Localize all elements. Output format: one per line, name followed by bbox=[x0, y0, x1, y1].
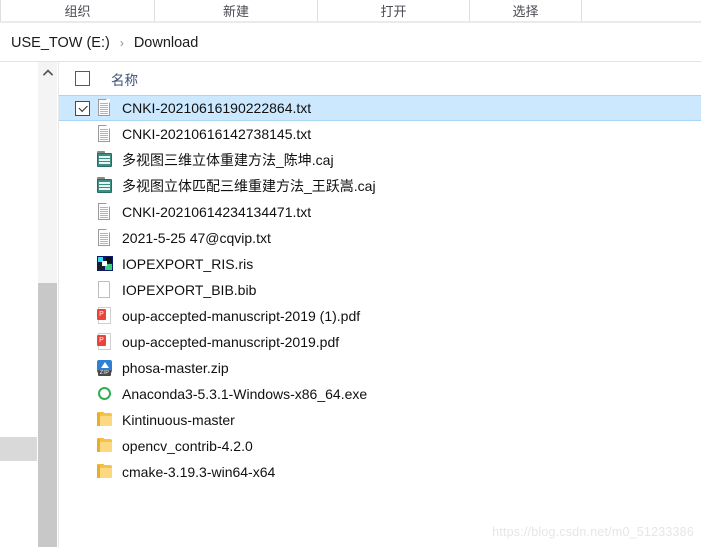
file-list-row[interactable]: ZIP phosa-master.zip bbox=[59, 355, 701, 381]
ribbon-group-2[interactable]: 新建 bbox=[155, 0, 318, 21]
folder-icon bbox=[96, 463, 114, 481]
file-list-row[interactable]: CNKI-20210616142738145.txt bbox=[59, 121, 701, 147]
file-row-name: Kintinuous-master bbox=[122, 412, 235, 428]
txt-file-icon bbox=[96, 229, 114, 247]
navigation-pane-gutter bbox=[0, 62, 38, 547]
ribbon-group-1[interactable]: 组织 bbox=[0, 0, 155, 21]
file-list-row[interactable]: CNKI-20210616190222864.txt bbox=[59, 95, 701, 121]
select-all-checkbox[interactable] bbox=[75, 71, 90, 86]
txt-file-icon bbox=[96, 125, 114, 143]
pdf-file-icon: P bbox=[96, 306, 115, 325]
file-list-row[interactable]: IOPEXPORT_BIB.bib bbox=[59, 277, 701, 303]
file-list-row[interactable]: Kintinuous-master bbox=[59, 407, 701, 433]
file-list-row[interactable]: 多视图三维立体重建方法_陈坤.caj bbox=[59, 147, 701, 173]
file-list-column-header: 名称 bbox=[59, 62, 701, 95]
file-row-checkbox[interactable] bbox=[75, 231, 90, 246]
file-row-checkbox[interactable] bbox=[75, 205, 90, 220]
file-list-row[interactable]: 2021-5-25 47@cqvip.txt bbox=[59, 225, 701, 251]
ribbon-divider-inner bbox=[0, 23, 701, 24]
file-list-row[interactable]: IOPEXPORT_RIS.ris bbox=[59, 251, 701, 277]
caj-file-icon bbox=[96, 151, 114, 169]
breadcrumb-separator-icon[interactable]: › bbox=[113, 36, 131, 50]
file-row-name: CNKI-20210616142738145.txt bbox=[122, 126, 312, 142]
file-row-name: 多视图立体匹配三维重建方法_王跃嵩.caj bbox=[122, 178, 376, 194]
txt-file-icon bbox=[96, 99, 114, 117]
breadcrumb-item-drive[interactable]: USE_TOW (E:) bbox=[8, 33, 113, 53]
ris-file-icon bbox=[96, 255, 114, 273]
breadcrumb-item-folder[interactable]: Download bbox=[131, 33, 202, 53]
file-row-name: 2021-5-25 47@cqvip.txt bbox=[122, 230, 271, 246]
file-row-checkbox[interactable] bbox=[75, 413, 90, 428]
file-row-checkbox[interactable] bbox=[75, 257, 90, 272]
zip-file-icon: ZIP bbox=[96, 359, 114, 377]
file-row-checkbox[interactable] bbox=[75, 283, 90, 298]
navigation-pane-scrollbar-thumb[interactable] bbox=[38, 283, 57, 547]
file-row-checkbox[interactable] bbox=[75, 361, 90, 376]
ribbon-group-3[interactable]: 打开 bbox=[318, 0, 470, 21]
file-row-name: oup-accepted-manuscript-2019.pdf bbox=[122, 334, 340, 350]
file-list-row[interactable]: CNKI-20210614234134471.txt bbox=[59, 199, 701, 225]
file-list-pane: 名称 CNKI-20210616190222864.txt CNKI-202106… bbox=[59, 62, 701, 547]
file-list-row[interactable]: Poup-accepted-manuscript-2019.pdf bbox=[59, 329, 701, 355]
file-list-row[interactable]: opencv_contrib-4.2.0 bbox=[59, 433, 701, 459]
file-row-name: 多视图三维立体重建方法_陈坤.caj bbox=[122, 152, 334, 168]
file-list-row[interactable]: cmake-3.19.3-win64-x64 bbox=[59, 459, 701, 485]
file-row-name: IOPEXPORT_BIB.bib bbox=[122, 282, 257, 298]
file-row-checkbox[interactable] bbox=[75, 465, 90, 480]
file-row-name: IOPEXPORT_RIS.ris bbox=[122, 256, 254, 272]
folder-icon bbox=[96, 411, 114, 429]
file-row-name: CNKI-20210616190222864.txt bbox=[122, 100, 312, 116]
ribbon-group-bar: 组织 新建 打开 选择 bbox=[0, 0, 701, 21]
file-row-checkbox[interactable] bbox=[75, 309, 90, 324]
file-row-name: CNKI-20210614234134471.txt bbox=[122, 204, 312, 220]
file-list-row[interactable]: Anaconda3-5.3.1-Windows-x86_64.exe bbox=[59, 381, 701, 407]
file-row-checkbox[interactable] bbox=[75, 439, 90, 454]
breadcrumb[interactable]: USE_TOW (E:) › Download bbox=[0, 26, 701, 60]
file-row-checkbox[interactable] bbox=[75, 179, 90, 194]
column-header-name[interactable]: 名称 bbox=[111, 69, 138, 89]
folder-icon bbox=[96, 437, 114, 455]
caj-file-icon bbox=[96, 177, 114, 195]
blank-file-icon bbox=[96, 281, 114, 299]
navigation-pane-item-stub[interactable] bbox=[0, 437, 37, 461]
file-list-row[interactable]: 多视图立体匹配三维重建方法_王跃嵩.caj bbox=[59, 173, 701, 199]
ribbon-group-4[interactable]: 选择 bbox=[470, 0, 582, 21]
file-row-name: Anaconda3-5.3.1-Windows-x86_64.exe bbox=[122, 386, 368, 402]
chevron-up-icon[interactable] bbox=[38, 62, 58, 82]
file-row-checkbox[interactable] bbox=[75, 100, 90, 116]
file-row-name: phosa-master.zip bbox=[122, 360, 229, 376]
file-row-name: opencv_contrib-4.2.0 bbox=[122, 438, 253, 454]
file-list-rows: CNKI-20210616190222864.txt CNKI-202106161… bbox=[59, 95, 701, 485]
file-row-name: cmake-3.19.3-win64-x64 bbox=[122, 464, 276, 480]
pdf-file-icon: P bbox=[96, 332, 115, 351]
file-row-checkbox[interactable] bbox=[75, 387, 90, 402]
file-row-checkbox[interactable] bbox=[75, 335, 90, 350]
file-row-name: oup-accepted-manuscript-2019 (1).pdf bbox=[122, 308, 361, 324]
watermark-text: https://blog.csdn.net/m0_51233386 bbox=[492, 525, 694, 539]
file-row-checkbox[interactable] bbox=[75, 127, 90, 142]
file-row-checkbox[interactable] bbox=[75, 153, 90, 168]
anaconda-exe-icon bbox=[96, 385, 114, 403]
txt-file-icon bbox=[96, 203, 114, 221]
file-list-row[interactable]: Poup-accepted-manuscript-2019 (1).pdf bbox=[59, 303, 701, 329]
